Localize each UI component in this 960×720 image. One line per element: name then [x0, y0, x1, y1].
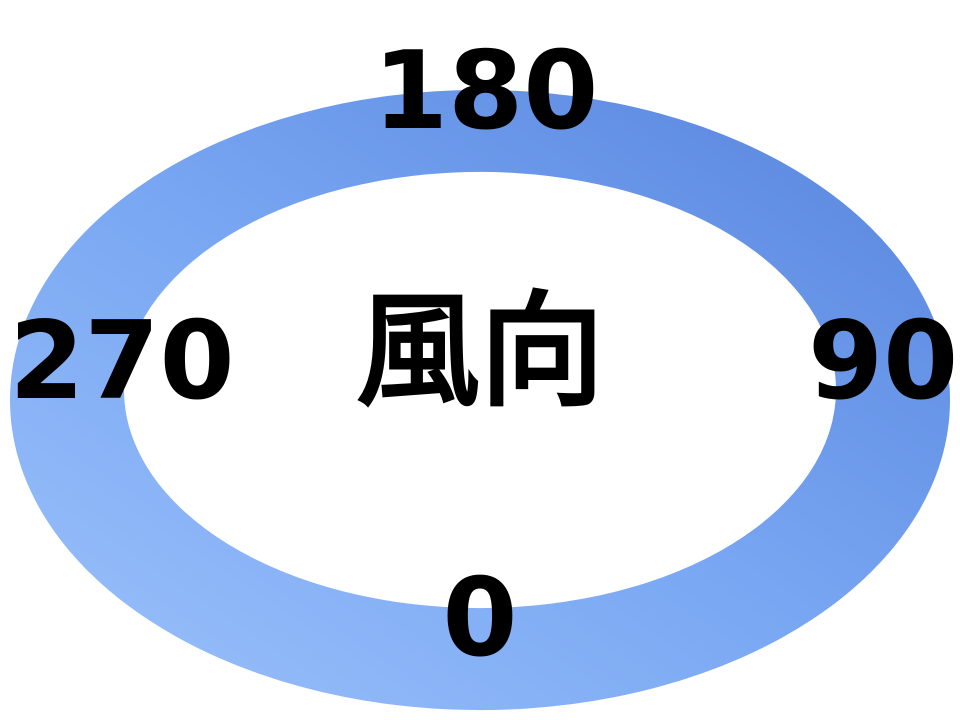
direction-label-left: 270 — [9, 299, 235, 424]
wind-direction-diagram: 180 270 90 0 風向 — [0, 0, 960, 720]
direction-label-bottom: 0 — [442, 556, 518, 681]
direction-label-top: 180 — [373, 29, 599, 154]
direction-label-right: 90 — [808, 299, 959, 424]
center-label: 風向 — [355, 280, 604, 424]
